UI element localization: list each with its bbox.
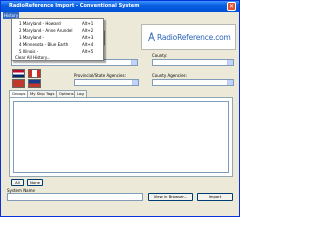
chevron-down-icon[interactable] [227,60,233,65]
menu-item-label: Clear All History... [15,55,51,60]
county-combo[interactable] [152,59,234,66]
menu-item-label: 4 Minnesota - Blue Earth [19,42,69,47]
view-in-browser-button[interactable]: View in Browser... [148,193,193,201]
history-item-1[interactable]: 1 Maryland - Howard Alt+1 [12,20,103,27]
menu-item-shortcut: Alt+2 [82,28,94,33]
history-item-2[interactable]: 2 Maryland - Anne Arundel Alt+2 [12,27,103,34]
canada-flag-icon[interactable] [28,69,41,78]
radioreference-logo: RadioReference.com [141,24,236,50]
tab-my-skip-tags[interactable]: My Skip Tags [27,90,58,97]
tower-icon [148,32,155,42]
flag-icon[interactable] [12,79,25,88]
window-title: RadioReference Import - Conventional Sys… [9,3,140,9]
county-agencies-label: County Agencies: [152,73,187,78]
import-window: RadioReference Import - Conventional Sys… [0,0,240,217]
menu-item-label: 1 Maryland - Howard [19,21,61,26]
close-button[interactable]: ✕ [227,2,236,11]
chevron-down-icon[interactable] [131,60,137,65]
clear-history-item[interactable]: Clear All History... [12,54,103,61]
county-agencies-combo[interactable] [152,79,234,86]
history-item-3[interactable]: 3 Maryland - Alt+3 [12,34,103,41]
menu-item-shortcut: Alt+3 [82,35,94,40]
tab-log[interactable]: Log [74,90,87,97]
chevron-down-icon[interactable] [227,80,233,85]
menu-item-label: 3 Maryland - [19,35,45,40]
system-name-field[interactable] [7,193,143,201]
history-item-4[interactable]: 4 Minnesota - Blue Earth Alt+4 [12,41,103,48]
state-agencies-combo[interactable] [74,79,139,86]
county-label: County: [152,53,168,58]
import-button[interactable]: Import [197,193,233,201]
menu-item-shortcut: Alt+1 [82,21,94,26]
title-bar[interactable]: RadioReference Import - Conventional Sys… [1,1,239,12]
groups-panel [9,97,233,177]
state-agencies-label: Provincial/State Agencies: [74,73,126,78]
menu-item-shortcut: Alt+4 [82,42,94,47]
country-flag-icon[interactable] [12,69,25,78]
menu-item-label: 2 Maryland - Anne Arundel [19,28,73,33]
logo-text: RadioReference.com [157,33,231,42]
groups-list[interactable] [13,101,229,173]
select-all-button[interactable]: All [11,179,24,186]
select-none-button[interactable]: None [27,179,43,186]
flag-icon[interactable] [28,79,41,88]
chevron-down-icon[interactable] [132,80,138,85]
history-menu: 1 Maryland - Howard Alt+1 2 Maryland - A… [11,18,104,61]
